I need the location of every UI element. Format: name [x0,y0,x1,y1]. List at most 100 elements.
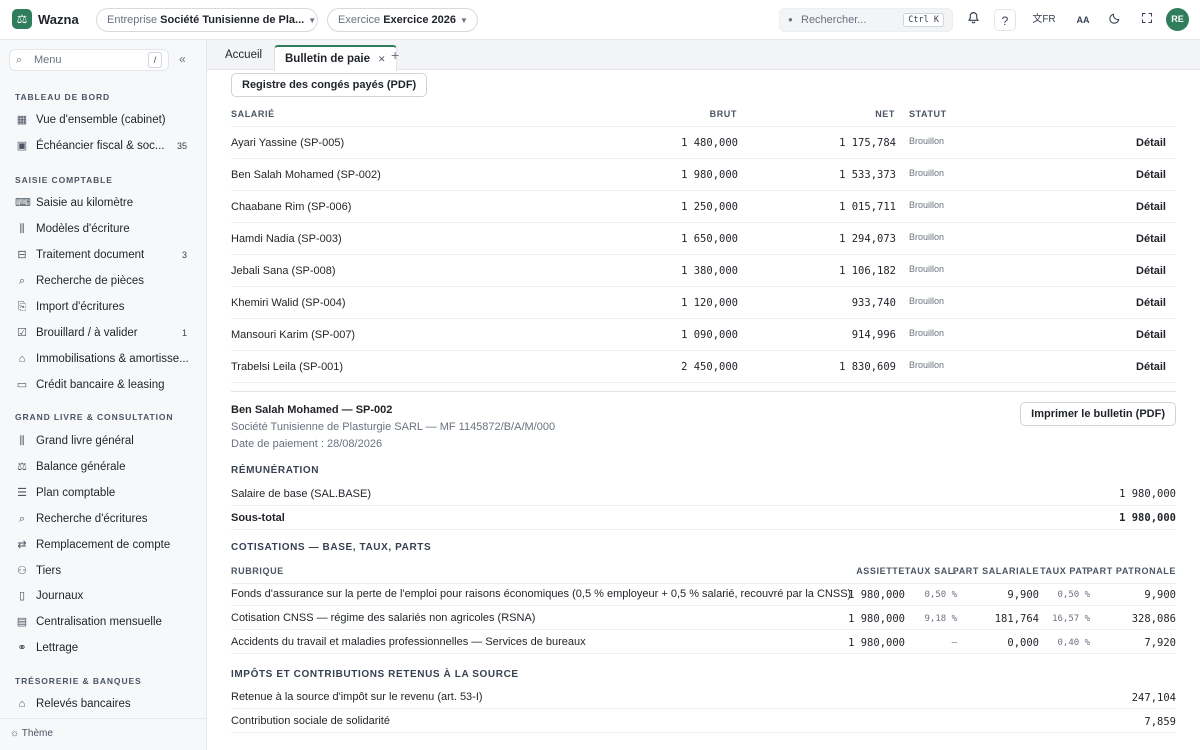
user-avatar[interactable]: RE [1166,8,1189,31]
col-header-net: NET [875,109,895,119]
sidebar-item-import-ecritures[interactable]: ⎘ Import d'écritures [15,297,193,317]
close-icon[interactable]: ✕ [378,54,386,64]
menu-search-placeholder: Menu [34,54,62,66]
employee-net: 1 294,073 [839,233,896,245]
entreprise-value: Société Tunisienne de Pla... [160,14,305,26]
status-badge: Brouillon [909,264,945,274]
bell-icon[interactable] [962,9,984,31]
cotisation-assiette: 1 980,000 [848,589,905,601]
sidebar-item-remplacement-compte[interactable]: ⇄ Remplacement de compte [15,535,193,555]
cotisation-rubrique: Accidents du travail et maladies profess… [231,636,586,648]
table-row: Khemiri Walid (SP-004) 1 120,000 933,740 Br… [231,287,1176,319]
detail-link[interactable]: Détail [1136,361,1166,373]
detail-link[interactable]: Détail [1136,329,1166,341]
sidebar-footer-divider [0,718,206,719]
sidebar-item-label: Immobilisations & amortisse... [36,353,189,365]
theme-button[interactable]: ☼ Thème [10,728,53,739]
sidebar-item-brouillard[interactable]: ☑ Brouillard / à valider 1 [15,323,193,343]
employee-name: Hamdi Nadia (SP-003) [231,233,342,245]
exercice-value: Exercice 2026 [383,14,456,26]
detail-link[interactable]: Détail [1136,201,1166,213]
font-size-button[interactable]: AA [1072,9,1094,31]
row-divider [231,708,1176,709]
search-shortcut: Ctrl K [903,13,944,27]
sidebar-item-balance[interactable]: ⚖ Balance générale [15,457,193,477]
cotisation-taux-sal: 0,50 % [924,590,957,600]
help-button[interactable]: ? [994,9,1016,31]
sidebar-item-recherche-ecritures[interactable]: ⌕ Recherche d'écritures [15,509,193,529]
search-icon: ⌕ [16,54,23,66]
collapse-sidebar-icon[interactable]: « [179,52,186,66]
scale-icon: ⚖ [17,461,27,473]
sidebar-item-recherche-pieces[interactable]: ⌕ Recherche de pièces [15,271,193,291]
print-bulletin-button[interactable]: Imprimer le bulletin (PDF) [1020,402,1176,426]
sidebar-item-plan-comptable[interactable]: ☰ Plan comptable [15,483,193,503]
keyboard-icon: ⌨ [15,197,31,209]
fullscreen-icon[interactable] [1136,9,1158,31]
registre-conges-button[interactable]: Registre des congés payés (PDF) [231,73,428,97]
calendar-icon: ▣ [16,140,28,152]
cotisation-taux-sal: 9,18 % [924,614,957,624]
cotisation-taux-sal: — [951,638,957,648]
sidebar-item-centralisation[interactable]: ▤ Centralisation mensuelle [15,612,193,632]
table-row: Hamdi Nadia (SP-003) 1 650,000 1 294,073 Br… [231,223,1176,255]
table-row: Ben Salah Mohamed (SP-002) 1 980,000 1 533… [231,159,1176,191]
impot-value: 247,104 [1131,692,1176,704]
detail-link[interactable]: Détail [1136,265,1166,277]
top-bar: ⚖ Wazna Entreprise Société Tunisienne de … [0,0,1200,40]
sidebar-item-immobilisations[interactable]: ⌂ Immobilisations & amortisse... [15,349,193,369]
exercice-selector[interactable]: Exercice Exercice 2026 ▼ [327,8,478,32]
count-badge: 1 [181,328,187,338]
detail-link[interactable]: Détail [1136,137,1166,149]
tab-bar: Accueil Bulletin de paie ✕ + [207,40,1200,71]
count-badge: 35 [176,141,187,151]
cotisation-assiette: 1 980,000 [848,613,905,625]
menu-search-input[interactable]: ⌕ Menu / [9,49,169,71]
table-row: Trabelsi Leila (SP-001) 2 450,000 1 830,60… [231,351,1176,383]
sidebar-item-modeles-ecriture[interactable]: ⫼ Modèles d'écriture [15,219,193,239]
employee-brut: 1 980,000 [681,169,738,181]
employee-name: Ayari Yassine (SP-005) [231,137,345,149]
cotisation-rubrique: Fonds d'assurance sur la perte de l'empl… [231,588,852,600]
sidebar-item-lettrage[interactable]: ⚭ Lettrage [15,638,193,658]
detail-link[interactable]: Détail [1136,233,1166,245]
global-search[interactable]: ● Rechercher... Ctrl K [779,8,953,32]
scale-logo-icon[interactable]: ⚖ [12,9,32,29]
impots-title: IMPÔTS ET CONTRIBUTIONS RETENUS À LA SOU… [231,669,519,680]
main-content: Registre des congés payés (PDF) SALARIÉ … [207,71,1200,750]
sidebar-item-releves-bancaires[interactable]: ⌂ Relevés bancaires [15,694,193,714]
employee-name: Trabelsi Leila (SP-001) [231,361,344,373]
tab-accueil[interactable]: Accueil [225,40,262,70]
sidebar-item-grand-livre[interactable]: ⫼ Grand livre général [15,431,193,451]
row-divider [231,529,1176,530]
entreprise-selector[interactable]: Entreprise Société Tunisienne de Pla... ▼ [96,8,318,32]
sidebar-item-saisie-kilometre[interactable]: ⌨ Saisie au kilomètre [15,193,193,213]
table-row: Mansouri Karim (SP-007) 1 090,000 914,996 B… [231,319,1176,351]
row-divider [231,605,1176,606]
detail-link[interactable]: Détail [1136,169,1166,181]
dark-mode-icon[interactable] [1104,9,1126,31]
sidebar-item-label: Saisie au kilomètre [36,197,134,209]
sidebar-item-journaux[interactable]: ▯ Journaux [15,586,193,606]
cotisation-part-sal: 0,000 [1007,637,1039,649]
count-badge: 3 [181,250,187,260]
sidebar-item-label: Balance générale [36,461,126,473]
sidebar-item-echeancier[interactable]: ▣ Échéancier fiscal & soc... 35 [15,136,193,156]
app-name[interactable]: Wazna [38,12,79,27]
sidebar-item-label: Plan comptable [36,487,116,499]
theme-label: Thème [21,728,53,739]
sidebar-item-traitement-document[interactable]: ⊟ Traitement document 3 [15,245,193,265]
cotisations-title: COTISATIONS — BASE, TAUX, PARTS [231,542,432,553]
language-label: FR [1042,14,1056,25]
sidebar-item-tiers[interactable]: ⚇ Tiers [15,561,193,581]
impot-label: Contribution sociale de solidarité [231,715,390,727]
employee-net: 1 015,711 [839,201,896,213]
language-button[interactable]: 文FR [1028,9,1060,31]
sidebar-item-vue-ensemble[interactable]: ▦ Vue d'ensemble (cabinet) [15,110,193,130]
add-tab-icon[interactable]: + [391,40,399,70]
detail-link[interactable]: Détail [1136,297,1166,309]
sidebar-item-credit-bancaire[interactable]: ▭ Crédit bancaire & leasing [15,375,193,395]
link-icon: ⚭ [17,642,27,654]
chevron-down-icon: ▼ [308,16,317,25]
tab-bulletin-de-paie[interactable]: Bulletin de paie ✕ [274,45,397,71]
